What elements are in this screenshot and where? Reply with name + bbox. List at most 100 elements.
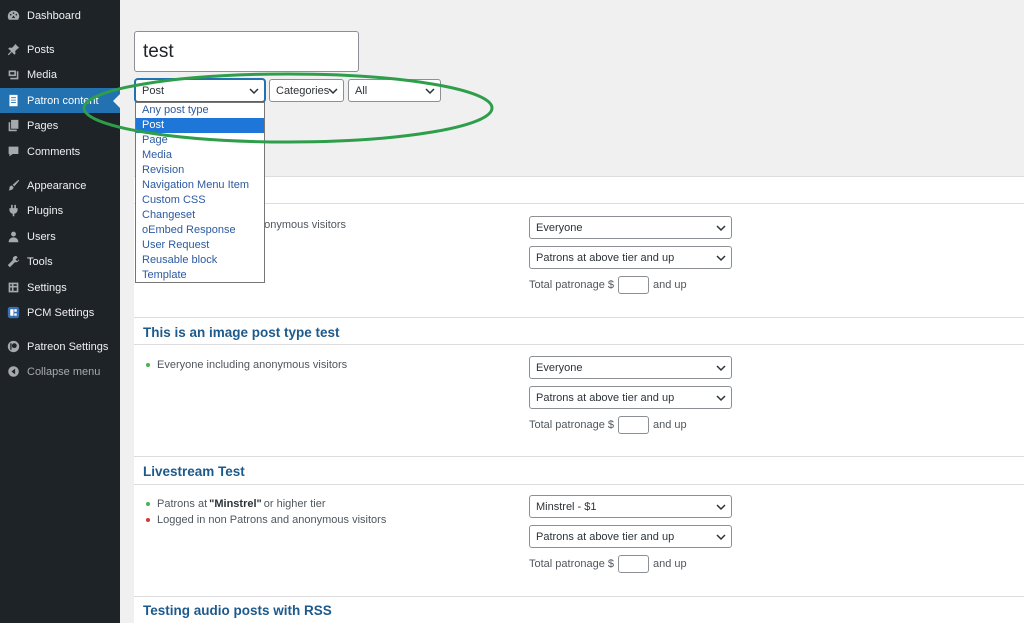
tier-scope-select[interactable]: Patrons at above tier and up xyxy=(529,386,732,409)
sidebar-item-dashboard[interactable]: Dashboard xyxy=(0,3,120,28)
post-type-option[interactable]: Reusable block xyxy=(136,253,264,268)
sidebar-item-appearance[interactable]: Appearance xyxy=(0,173,120,198)
plug-icon xyxy=(6,204,20,218)
access-bullet: Everyone including anonymous visitors xyxy=(146,359,347,371)
patreon-icon xyxy=(6,340,20,354)
collapse-menu-button[interactable]: Collapse menu xyxy=(0,359,120,384)
title-input[interactable] xyxy=(134,31,359,72)
sidebar-item-label: Tools xyxy=(27,255,53,268)
sidebar-item-patron-content[interactable]: Patron content xyxy=(0,88,120,113)
post-type-dropdown-list: Any post type Post Page Media Revision N… xyxy=(135,102,265,283)
access-bullet: Patrons at "Minstrel" or higher tier xyxy=(146,498,326,510)
comment-icon xyxy=(6,145,20,159)
sidebar-item-label: Collapse menu xyxy=(27,365,101,378)
post-type-option[interactable]: Custom CSS xyxy=(136,193,264,208)
total-patronage-input[interactable] xyxy=(618,276,650,294)
chevron-down-icon xyxy=(716,502,726,512)
taxonomy-select-value: Categories xyxy=(276,84,330,97)
chevron-down-icon xyxy=(249,86,259,96)
sidebar-item-media[interactable]: Media xyxy=(0,62,120,87)
access-level-select[interactable]: Minstrel - $1 xyxy=(529,495,732,518)
tier-scope-select[interactable]: Patrons at above tier and up xyxy=(529,246,732,269)
total-patronage-input[interactable] xyxy=(618,416,650,434)
sidebar-item-label: Patron content xyxy=(27,94,99,107)
sidebar-item-pcm-settings[interactable]: PCM Settings xyxy=(0,300,120,325)
chevron-down-icon xyxy=(716,253,726,263)
post-type-option[interactable]: User Request xyxy=(136,238,264,253)
term-select[interactable]: All xyxy=(348,79,441,102)
sidebar-item-label: PCM Settings xyxy=(27,306,95,319)
section-divider xyxy=(134,203,1024,204)
post-type-option[interactable]: Changeset xyxy=(136,208,264,223)
sidebar-item-comments[interactable]: Comments xyxy=(0,139,120,164)
sidebar-item-posts[interactable]: Posts xyxy=(0,37,120,62)
post-type-option[interactable]: Navigation Menu Item xyxy=(136,178,264,193)
post-title[interactable]: Testing audio posts with RSS xyxy=(143,603,332,618)
pcm-icon xyxy=(6,306,20,320)
total-patronage-row: Total patronage $ and up xyxy=(529,416,687,434)
post-title[interactable]: This is an image post type test xyxy=(143,325,340,340)
post-type-option[interactable]: Template xyxy=(136,268,264,283)
sidebar-item-label: Dashboard xyxy=(27,9,81,22)
access-level-select[interactable]: Everyone xyxy=(529,356,732,379)
sidebar-item-label: Media xyxy=(27,68,57,81)
chevron-down-icon xyxy=(425,86,435,96)
chevron-down-icon xyxy=(716,393,726,403)
document-icon xyxy=(6,94,20,108)
post-type-option-selected[interactable]: Post xyxy=(136,118,264,133)
post-type-select-value: Post xyxy=(142,84,165,97)
post-type-option[interactable]: Revision xyxy=(136,163,264,178)
chevron-down-icon xyxy=(716,363,726,373)
red-dot-icon xyxy=(146,518,150,522)
wrench-icon xyxy=(6,255,20,269)
settings-icon xyxy=(6,281,20,295)
sidebar-item-users[interactable]: Users xyxy=(0,224,120,249)
sidebar-item-tools[interactable]: Tools xyxy=(0,249,120,274)
sidebar-item-pages[interactable]: Pages xyxy=(0,113,120,138)
user-icon xyxy=(6,230,20,244)
total-patronage-input[interactable] xyxy=(618,555,650,573)
sidebar-item-label: Posts xyxy=(27,43,55,56)
collapse-icon xyxy=(6,365,20,379)
pin-icon xyxy=(6,43,20,57)
chevron-down-icon xyxy=(716,532,726,542)
section-divider xyxy=(134,484,1024,485)
post-type-option[interactable]: oEmbed Response xyxy=(136,223,264,238)
access-bullet: nonymous visitors xyxy=(258,219,347,231)
sidebar-item-label: Users xyxy=(27,230,56,243)
sidebar-item-label: Settings xyxy=(27,281,67,294)
section-divider xyxy=(134,596,1024,597)
section-divider xyxy=(134,456,1024,457)
post-type-select[interactable]: Post xyxy=(135,79,265,102)
green-dot-icon xyxy=(146,363,150,367)
post-type-option[interactable]: Any post type xyxy=(136,103,264,118)
access-level-select[interactable]: Everyone xyxy=(529,216,732,239)
section-divider xyxy=(134,344,1024,345)
sidebar-item-label: Pages xyxy=(27,119,59,132)
sidebar-item-label: Appearance xyxy=(27,179,87,192)
sidebar-item-patreon-settings[interactable]: Patreon Settings xyxy=(0,334,120,359)
sidebar-item-label: Comments xyxy=(27,145,81,158)
chevron-down-icon xyxy=(716,223,726,233)
total-patronage-row: Total patronage $ and up xyxy=(529,555,687,573)
green-dot-icon xyxy=(146,502,150,506)
pages-icon xyxy=(6,119,20,133)
sidebar-item-label: Plugins xyxy=(27,204,64,217)
post-title[interactable]: Livestream Test xyxy=(143,464,245,479)
sidebar-item-plugins[interactable]: Plugins xyxy=(0,198,120,223)
term-select-value: All xyxy=(355,84,368,97)
sidebar-item-settings[interactable]: Settings xyxy=(0,275,120,300)
section-divider xyxy=(134,317,1024,318)
dashboard-icon xyxy=(6,9,20,23)
content-panel: nonymous visitors Everyone Patrons at ab… xyxy=(134,176,1024,623)
admin-sidebar: Dashboard Posts Media Patron content Pag… xyxy=(0,0,120,623)
tier-scope-select[interactable]: Patrons at above tier and up xyxy=(529,525,732,548)
taxonomy-select[interactable]: Categories xyxy=(269,79,344,102)
total-patronage-row: Total patronage $ and up xyxy=(529,276,687,294)
sidebar-item-label: Patreon Settings xyxy=(27,340,109,353)
post-type-option[interactable]: Page xyxy=(136,133,264,148)
chevron-down-icon xyxy=(328,86,338,96)
post-type-option[interactable]: Media xyxy=(136,148,264,163)
media-icon xyxy=(6,68,20,82)
access-bullet: Logged in non Patrons and anonymous visi… xyxy=(146,514,386,526)
